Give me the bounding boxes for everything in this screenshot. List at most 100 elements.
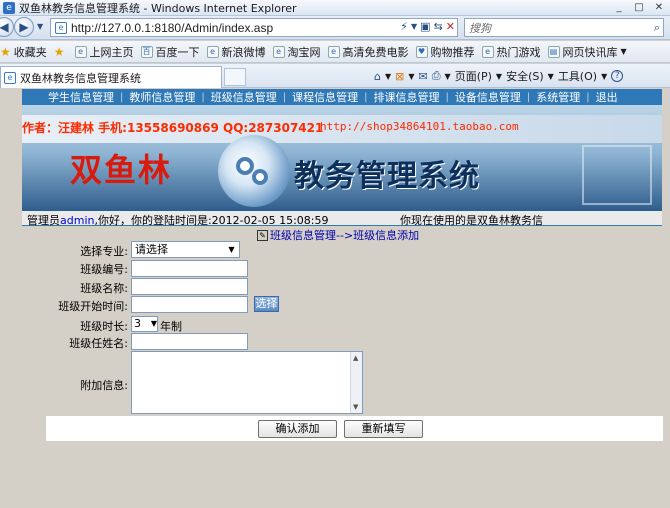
textarea-scrollbar[interactable]: ▲ ▼ (350, 352, 362, 413)
date-pick-button[interactable]: 选择 (254, 296, 279, 312)
stop-icon[interactable]: ✕ (446, 20, 455, 33)
page-favicon-icon: e (4, 71, 16, 84)
reset-button[interactable]: 重新填写 (344, 420, 423, 438)
nav-item-teacher[interactable]: 教师信息管理 (123, 89, 201, 105)
submit-button[interactable]: 确认添加 (258, 420, 337, 438)
chevron-down-icon[interactable]: ▼ (408, 72, 414, 81)
nav-item-equipment[interactable]: 设备信息管理 (449, 89, 527, 105)
page-compat-icon[interactable]: ▣ (420, 20, 430, 33)
extra-info-label: 附加信息: (80, 379, 128, 392)
command-bar: ⌂ ▼ ⊠ ▼ ✉ ⎙ ▼ 页面(P) ▼ 安全(S) ▼ 工具(O) ▼ ? (374, 68, 624, 84)
banner-decoration (582, 145, 652, 205)
baidu-icon: 百 (140, 45, 153, 58)
maximize-icon[interactable]: □ (632, 2, 646, 13)
breadcrumb: ✎ 班级信息管理-->班级信息添加 (257, 227, 419, 243)
nav-item-system[interactable]: 系统管理 (530, 89, 586, 105)
chevron-down-icon: ▼ (150, 319, 157, 328)
new-tab-button[interactable] (224, 68, 246, 86)
fav-item-0[interactable]: e 上网主页 (74, 44, 134, 60)
start-time-input[interactable] (131, 296, 248, 313)
forward-icon[interactable]: ▶ (14, 17, 34, 37)
nav-item-course[interactable]: 课程信息管理 (286, 89, 364, 105)
page-favicon-icon: e (55, 21, 67, 34)
close-icon[interactable]: ✕ (652, 2, 666, 13)
class-name-label: 班级名称: (80, 282, 128, 295)
ie-logo-icon: e (3, 1, 15, 14)
home-icon[interactable]: ⌂ (374, 70, 381, 83)
class-name-input[interactable] (131, 278, 248, 295)
nav-item-schedule[interactable]: 排课信息管理 (368, 89, 446, 105)
banner-brand: 双鱼林 (70, 151, 173, 189)
edit-icon: ✎ (257, 229, 268, 241)
site-banner: 作者：汪建林 手机:13558690869 QQ:287307421 http:… (22, 105, 662, 211)
favorites-bar: ★ 收藏夹 ★ e 上网主页 百百度一下 e 新浪微博 e 淘宝网 e 高清免费电影 ♥ 购… (0, 41, 670, 63)
banner-shop-url: http://shop34864101.taobao.com (320, 120, 519, 133)
nav-item-student[interactable]: 学生信息管理 (22, 89, 120, 105)
double-fish-logo-icon (218, 135, 290, 207)
fav-item-5[interactable]: ♥ 购物推荐 (415, 44, 475, 60)
fav-item-1[interactable]: 百百度一下 (140, 44, 200, 60)
feeds-icon[interactable]: ⊠ (395, 70, 404, 83)
back-icon[interactable]: ◀ (0, 17, 14, 37)
fav-item-6[interactable]: e 热门游戏 (481, 44, 541, 60)
teacher-label: 班级任姓名: (69, 337, 128, 350)
tab-current[interactable]: e 双鱼林教务信息管理系统 (0, 66, 222, 88)
page-icon: e (74, 45, 87, 58)
address-url[interactable]: http://127.0.0.1:8180/Admin/index.asp (71, 21, 273, 35)
page-icon: e (272, 45, 285, 58)
login-status: 管理员admin,你好，你的登陆时间是:2012-02-05 15:08:59 … (22, 211, 662, 227)
window-titlebar: e 双鱼林教务信息管理系统 - Windows Internet Explore… (0, 0, 670, 16)
fav-item-7[interactable]: ▤ 网页快讯库 ▼ (547, 44, 627, 60)
window-title: 双鱼林教务信息管理系统 - Windows Internet Explorer (19, 1, 297, 15)
duration-unit: 年制 (160, 320, 182, 333)
compat-view-icon[interactable]: ⚡ (400, 20, 408, 33)
chevron-down-icon: ▼ (620, 47, 627, 56)
minimize-icon[interactable]: _ (612, 2, 626, 13)
fav-item-4[interactable]: e 高清免费电影 (327, 44, 409, 60)
star-icon: ★ (0, 44, 11, 59)
help-icon[interactable]: ? (611, 70, 624, 82)
search-icon[interactable]: ⌕ (654, 21, 660, 35)
fav-item-2[interactable]: e 新浪微博 (206, 44, 266, 60)
banner-author: 作者：汪建林 手机:13558690869 QQ:287307421 (22, 121, 324, 135)
print-icon[interactable]: ⎙ (432, 69, 441, 83)
web-slice-icon: ▤ (547, 45, 560, 58)
mail-icon[interactable]: ✉ (419, 70, 428, 83)
scroll-down-icon[interactable]: ▼ (353, 403, 358, 411)
favorites-button[interactable]: ★ 收藏夹 (0, 44, 47, 60)
nav-item-logout[interactable]: 退出 (590, 89, 624, 105)
chevron-down-icon[interactable]: ▼ (548, 72, 554, 81)
chevron-down-icon[interactable]: ▼ (496, 72, 502, 81)
duration-select[interactable]: 3 ▼ (131, 316, 158, 332)
class-no-input[interactable] (131, 260, 248, 277)
address-bar[interactable]: e http://127.0.0.1:8180/Admin/index.asp … (50, 18, 458, 37)
add-favorite-icon: ★ (53, 44, 65, 59)
fav-item-3[interactable]: e 淘宝网 (272, 44, 321, 60)
tab-bar: e 双鱼林教务信息管理系统 ⌂ ▼ ⊠ ▼ ✉ ⎙ ▼ 页面(P) ▼ 安全(S) ▼ 工… (0, 64, 670, 88)
scroll-up-icon[interactable]: ▲ (353, 354, 358, 362)
address-dropdown-icon[interactable]: ▼ (411, 22, 417, 33)
chevron-down-icon[interactable]: ▼ (601, 72, 607, 81)
history-dropdown-icon[interactable]: ▼ (37, 22, 43, 31)
duration-label: 班级时长: (80, 320, 128, 333)
add-favorite-button[interactable]: ★ (54, 45, 68, 59)
nav-item-class[interactable]: 班级信息管理 (205, 89, 283, 105)
address-toolbar: ◀ ▶ ▼ e http://127.0.0.1:8180/Admin/inde… (0, 16, 670, 40)
page-icon: e (481, 45, 494, 58)
search-box[interactable]: 搜狗 ⌕ (464, 18, 664, 37)
major-label: 选择专业: (80, 245, 128, 258)
page-menu[interactable]: 页面(P) (455, 68, 492, 84)
chevron-down-icon[interactable]: ▼ (445, 72, 451, 81)
major-select[interactable]: 请选择 ▼ (131, 241, 240, 258)
main-nav: 学生信息管理 | 教师信息管理 | 班级信息管理 | 课程信息管理 | 排课信息管理 | … (22, 89, 662, 105)
banner-system-name: 教务管理系统 (294, 159, 480, 194)
start-time-label: 班级开始时间: (58, 300, 128, 313)
search-input[interactable]: 搜狗 (469, 20, 491, 36)
chevron-down-icon[interactable]: ▼ (385, 72, 391, 81)
class-no-label: 班级编号: (80, 263, 128, 276)
teacher-input[interactable] (131, 333, 248, 350)
safety-menu[interactable]: 安全(S) (506, 68, 544, 84)
refresh-icon[interactable]: ⇆ (434, 20, 443, 33)
extra-info-textarea[interactable]: ▲ ▼ (131, 351, 363, 414)
tools-menu[interactable]: 工具(O) (558, 68, 597, 84)
